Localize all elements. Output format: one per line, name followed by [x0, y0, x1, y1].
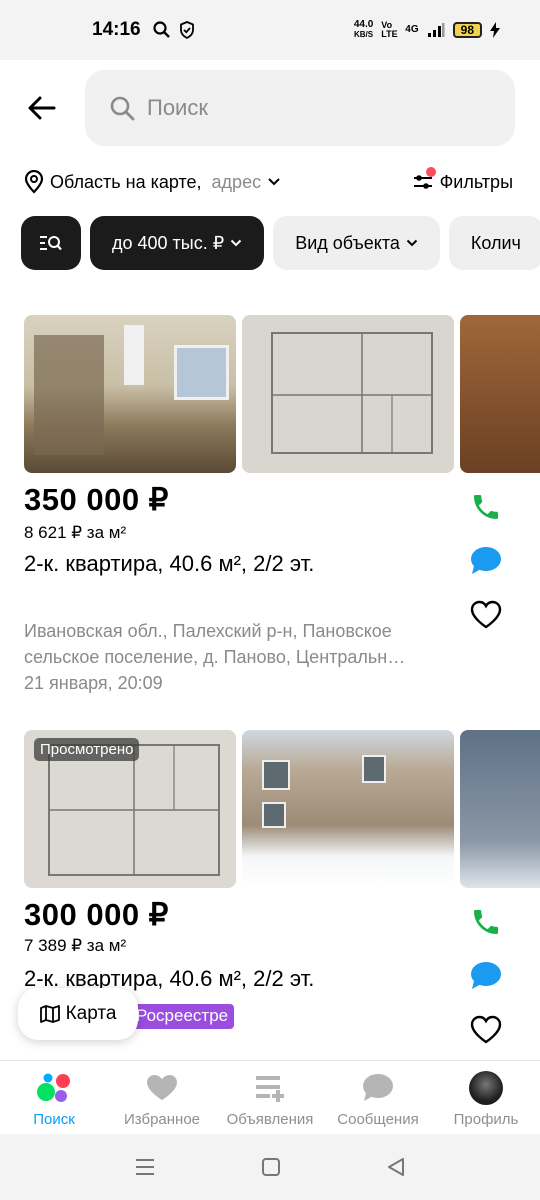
- tab-messages[interactable]: Сообщения: [324, 1061, 432, 1134]
- listing-price: 350 000 ₽: [24, 482, 169, 517]
- map-icon: [39, 1005, 60, 1023]
- favorite-button[interactable]: [466, 1010, 506, 1050]
- viewed-badge: Просмотрено: [34, 738, 140, 761]
- tab-search[interactable]: Поиск: [0, 1061, 108, 1134]
- location-pin-icon: [24, 170, 44, 194]
- shield-icon: [179, 21, 194, 39]
- map-button[interactable]: Карта: [18, 988, 138, 1040]
- tab-favorites[interactable]: Избранное: [108, 1061, 216, 1134]
- heart-icon: [470, 1015, 502, 1044]
- listing-photo[interactable]: [24, 315, 236, 473]
- location-row: Область на карте, адрес Фильтры: [24, 167, 513, 196]
- heart-icon: [470, 600, 502, 629]
- chat-icon: [471, 962, 501, 989]
- listing-price-per-m: 7 389 ₽ за м²: [24, 936, 127, 955]
- avito-logo-icon: [37, 1073, 70, 1102]
- call-button[interactable]: [466, 487, 506, 527]
- floorplan-photo[interactable]: Просмотрено: [24, 730, 236, 888]
- object-type-chip[interactable]: Вид объекта: [273, 216, 440, 270]
- chevron-down-icon: [268, 178, 280, 186]
- location-label: Область на карте,: [50, 171, 202, 192]
- listing-title[interactable]: 2-к. квартира, 40.6 м², 2/2 эт.: [24, 551, 314, 577]
- bottom-tab-bar: Поиск Избранное Объявления Сообщения Про…: [0, 1060, 540, 1134]
- search-header: Поиск: [0, 70, 540, 146]
- rosreestr-tag: Росреестре: [130, 1004, 235, 1029]
- system-nav-bar: [0, 1134, 540, 1200]
- filters-active-dot: [425, 167, 436, 177]
- back-arrow-icon[interactable]: [26, 92, 58, 124]
- floorplan-photo[interactable]: [242, 315, 454, 473]
- filters-label: Фильтры: [439, 171, 513, 192]
- listings-add-icon: [256, 1076, 284, 1102]
- listing-card[interactable]: 350 000 ₽ 8 621 ₽ за м² 2-к. квартира, 4…: [0, 315, 540, 705]
- chat-icon: [471, 547, 501, 574]
- listing-photo[interactable]: [242, 730, 454, 888]
- charging-icon: [490, 22, 500, 38]
- network-speed: 44.0 KB/S: [353, 19, 374, 40]
- listing-date: 21 января, 20:09: [24, 673, 163, 693]
- chevron-down-icon: [230, 239, 242, 247]
- heart-icon: [147, 1075, 177, 1100]
- listing-photo[interactable]: [460, 730, 540, 888]
- avatar: [469, 1071, 503, 1105]
- search-icon: [110, 96, 135, 121]
- battery-indicator: 98: [452, 22, 482, 38]
- tab-profile[interactable]: Профиль: [432, 1061, 540, 1134]
- listing-address: Ивановская обл., Палехский р-н, Пановско…: [24, 618, 444, 696]
- search-placeholder: Поиск: [147, 95, 208, 120]
- network-type: 4G: [405, 24, 419, 35]
- signal-icon: [427, 23, 445, 37]
- chat-icon: [363, 1074, 393, 1101]
- floorplan-image: [271, 332, 433, 454]
- location-selector[interactable]: Область на карте, адрес: [24, 170, 281, 194]
- search-input[interactable]: Поиск: [85, 70, 515, 146]
- message-button[interactable]: [466, 541, 506, 581]
- location-hint: адрес: [211, 171, 262, 192]
- home-icon[interactable]: [261, 1157, 281, 1177]
- price-chip[interactable]: до 400 тыс. ₽: [90, 216, 265, 270]
- sort-search-icon: [40, 236, 62, 251]
- rooms-chip[interactable]: Колич: [448, 216, 540, 270]
- message-button[interactable]: [466, 956, 506, 996]
- status-time: 14:16: [92, 19, 141, 40]
- sort-chip[interactable]: [21, 216, 81, 270]
- favorite-button[interactable]: [466, 595, 506, 635]
- listing-price: 300 000 ₽: [24, 897, 169, 932]
- search-icon: [153, 21, 170, 38]
- photo-carousel[interactable]: [24, 315, 540, 473]
- call-button[interactable]: [466, 902, 506, 942]
- listing-photo[interactable]: [460, 315, 540, 473]
- photo-carousel[interactable]: Просмотрено: [24, 730, 540, 888]
- status-bar: 14:16 44.0 KB/S Vo LTE 4G 98: [0, 0, 540, 60]
- listing-price-per-m: 8 621 ₽ за м²: [24, 523, 127, 542]
- volte-indicator: Vo LTE: [381, 20, 398, 39]
- chevron-down-icon: [406, 239, 418, 247]
- filters-button[interactable]: Фильтры: [412, 167, 513, 193]
- phone-icon: [474, 495, 498, 519]
- menu-icon[interactable]: [134, 1157, 156, 1177]
- filter-chips: до 400 тыс. ₽ Вид объекта Колич: [21, 216, 540, 270]
- tab-listings[interactable]: Объявления: [216, 1061, 324, 1134]
- back-icon[interactable]: [386, 1157, 406, 1177]
- phone-icon: [474, 910, 498, 934]
